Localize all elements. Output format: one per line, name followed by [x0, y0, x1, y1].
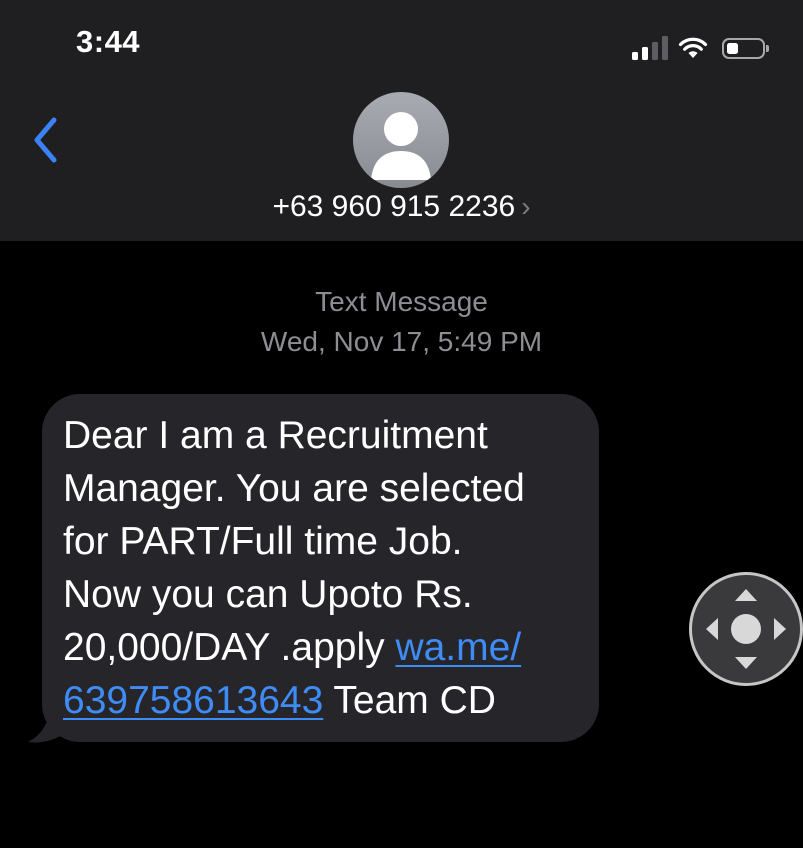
chevron-right-icon: ›: [521, 191, 531, 222]
assistive-touch-button[interactable]: [689, 572, 803, 686]
messages-screen: 3:44 +63 960 915 2236 › Text Message Wed…: [0, 0, 803, 848]
status-icons: [632, 30, 769, 60]
contact-name: +63 960 915 2236: [272, 190, 516, 223]
dpad-icon: [706, 589, 786, 669]
incoming-message-bubble[interactable]: Dear I am a Recruitment Manager. You are…: [42, 394, 599, 742]
message-signature: Team CD: [323, 679, 496, 722]
battery-icon: [722, 38, 769, 59]
chevron-left-icon: [34, 117, 57, 163]
back-button[interactable]: [28, 114, 68, 166]
message-service-label: Text Message: [315, 286, 488, 317]
contact-name-button[interactable]: +63 960 915 2236 ›: [0, 190, 803, 224]
status-time: 3:44: [76, 24, 141, 59]
person-icon: [371, 112, 431, 180]
message-timestamp: Wed, Nov 17, 5:49 PM: [260, 326, 543, 357]
message-text: Dear I am a Recruitment Manager. You are…: [63, 409, 589, 727]
wifi-icon: [678, 37, 708, 58]
cellular-signal-icon: [632, 36, 668, 60]
contact-avatar[interactable]: [353, 92, 449, 188]
conversation-header: 3:44 +63 960 915 2236 ›: [0, 0, 803, 241]
